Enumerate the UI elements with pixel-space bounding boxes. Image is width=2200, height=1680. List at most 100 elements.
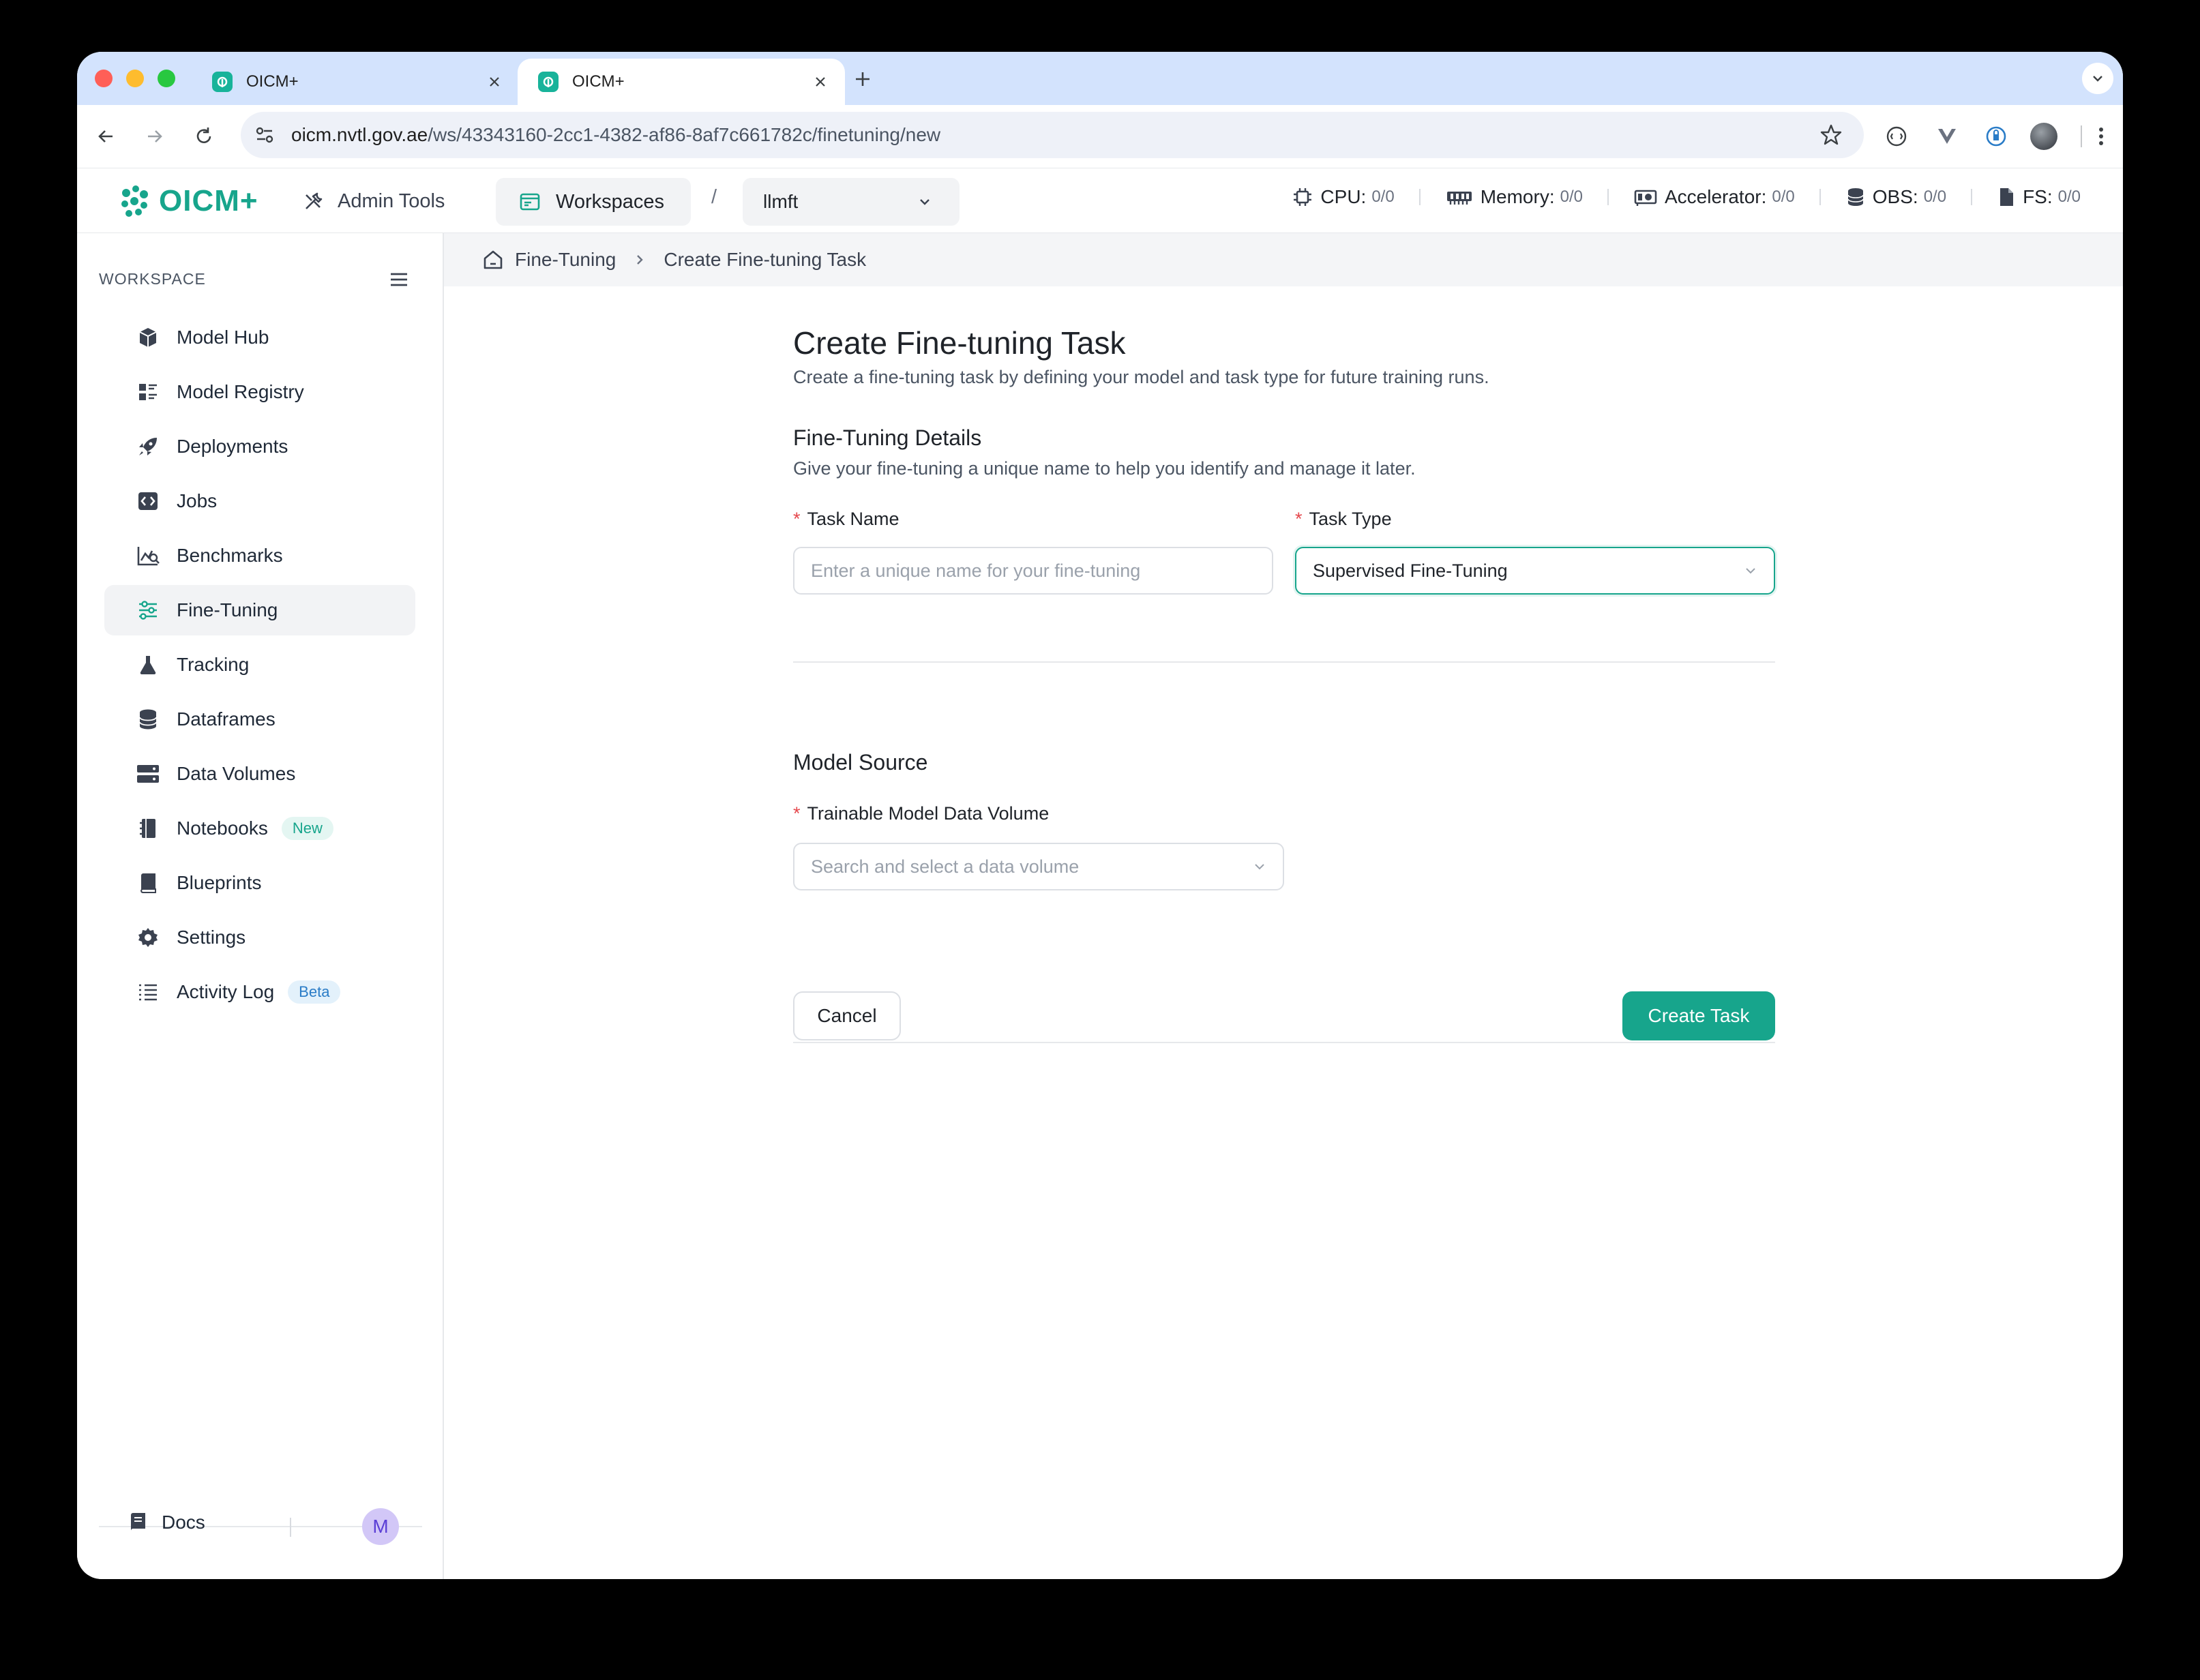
chevron-down-icon [920, 199, 930, 205]
task-name-input[interactable]: Enter a unique name for your fine-tuning [793, 547, 1273, 595]
chevron-right-icon [632, 252, 647, 267]
user-avatar[interactable]: M [362, 1508, 399, 1545]
new-tab-plus-icon[interactable] [852, 68, 874, 90]
cancel-button[interactable]: Cancel [793, 991, 901, 1040]
accelerator-icon [1634, 190, 1657, 206]
bookmark-star-icon[interactable] [1819, 123, 1843, 147]
back-arrow-icon[interactable] [93, 124, 118, 149]
resource-obs: OBS: 0/0 [1845, 186, 1946, 208]
page-title: Create Fine-tuning Task [793, 325, 1126, 361]
home-icon[interactable] [482, 249, 504, 271]
task-type-select[interactable]: Supervised Fine-Tuning [1295, 547, 1775, 595]
sidebar-item-benchmarks[interactable]: Benchmarks [104, 530, 415, 581]
password-manager-icon[interactable] [1984, 124, 2008, 149]
tab-search-button[interactable] [2082, 63, 2113, 94]
sidebar-item-jobs[interactable]: Jobs [104, 476, 415, 526]
tab-title: OICM+ [572, 72, 625, 91]
sidebar-item-dataframes[interactable]: Dataframes [104, 694, 415, 745]
workspaces-label: Workspaces [556, 190, 665, 213]
browser-tab-1[interactable]: OICM+ [192, 59, 519, 105]
workspace-select[interactable]: llmft [743, 178, 960, 226]
header-separator: / [711, 186, 717, 208]
sidebar-item-fine-tuning[interactable]: Fine-Tuning [104, 585, 415, 635]
task-type-label: * Task Type [1295, 509, 1392, 529]
book-icon [131, 1513, 145, 1531]
page-subtitle: Create a fine-tuning task by defining yo… [793, 367, 1489, 387]
vue-devtools-icon[interactable] [1935, 124, 1959, 149]
book-icon [134, 869, 162, 897]
registry-icon [134, 378, 162, 406]
database-icon [134, 706, 162, 733]
gear-icon [134, 924, 162, 951]
tab-title: OICM+ [246, 72, 299, 91]
browser-tab-2[interactable]: OICM+ [518, 59, 845, 105]
database-icon [1847, 188, 1864, 206]
app-header: OICM+ Admin Tools Workspaces / llmft CPU… [77, 168, 2123, 233]
minimize-window-button[interactable] [126, 70, 144, 87]
breadcrumb: Fine-Tuning Create Fine-tuning Task [444, 233, 2123, 286]
sidebar-item-deployments[interactable]: Deployments [104, 421, 415, 472]
sidebar-section-label: WORKSPACE [99, 270, 206, 288]
more-vert-icon[interactable] [2089, 124, 2113, 149]
workspaces-button[interactable]: Workspaces [496, 178, 691, 226]
workspace-icon [520, 193, 540, 211]
forward-arrow-icon[interactable] [143, 124, 167, 149]
oicm-favicon-icon [538, 72, 559, 92]
list-icon [134, 978, 162, 1006]
resource-accelerator: Accelerator: 0/0 [1633, 186, 1795, 208]
close-window-button[interactable] [95, 70, 113, 87]
docs-link[interactable]: Docs [128, 1511, 205, 1534]
hamburger-menu-icon[interactable] [387, 267, 411, 292]
create-task-button[interactable]: Create Task [1622, 991, 1775, 1040]
sidebar-item-model-registry[interactable]: Model Registry [104, 367, 415, 417]
task-name-label: * Task Name [793, 509, 900, 529]
sidebar-item-settings[interactable]: Settings [104, 912, 415, 963]
details-section-subtitle: Give your fine-tuning a unique name to h… [793, 458, 1416, 479]
oicm-logo-icon [121, 185, 148, 217]
footer-separator [290, 1518, 291, 1537]
logo-text: OICM+ [159, 184, 258, 217]
sidebar-item-blueprints[interactable]: Blueprints [104, 858, 415, 908]
admin-tools-link[interactable]: Admin Tools [302, 186, 445, 216]
maximize-window-button[interactable] [158, 70, 175, 87]
oicm-logo[interactable]: OICM+ [118, 183, 258, 219]
chevron-down-icon [1255, 864, 1264, 870]
section-divider [793, 661, 1775, 663]
form-footer-divider [793, 1042, 1775, 1043]
memory-icon [1446, 192, 1472, 205]
oicm-favicon-icon [212, 72, 233, 92]
chevron-down-icon [2093, 76, 2102, 82]
sidebar-item-tracking[interactable]: Tracking [104, 640, 415, 690]
cpu-icon [1294, 188, 1312, 206]
data-volume-select[interactable]: Search and select a data volume [793, 843, 1284, 890]
sidebar-item-activity-log[interactable]: Activity Log Beta [104, 967, 415, 1017]
workspace-selected-value: llmft [763, 191, 799, 212]
admin-tools-label: Admin Tools [338, 190, 445, 212]
tab-strip: OICM+ OICM+ [77, 52, 2123, 105]
sidebar-item-data-volumes[interactable]: Data Volumes [104, 749, 415, 799]
reload-icon[interactable] [192, 124, 216, 149]
site-settings-icon[interactable] [253, 123, 276, 147]
tools-icon [306, 192, 323, 209]
file-icon [2000, 188, 2014, 206]
resource-usage: CPU: 0/0 Memory: 0/0 Accelerator: 0/0 OBS: 0… [1292, 186, 2081, 208]
data-volume-label: * Trainable Model Data Volume [793, 803, 1050, 824]
details-section-title: Fine-Tuning Details [793, 425, 982, 450]
close-icon[interactable] [812, 74, 829, 90]
extension-icon[interactable] [1884, 124, 1909, 149]
browser-window: OICM+ OICM+ oicm.nvtl.gov.ae/ws/43343160… [77, 52, 2123, 1579]
breadcrumb-fine-tuning[interactable]: Fine-Tuning [515, 249, 616, 271]
sidebar-item-model-hub[interactable]: Model Hub [104, 312, 415, 363]
code-icon [134, 487, 162, 515]
address-bar[interactable]: oicm.nvtl.gov.ae/ws/43343160-2cc1-4382-a… [241, 112, 1864, 158]
sidebar-item-notebooks[interactable]: Notebooks New [104, 803, 415, 854]
url-text: oicm.nvtl.gov.ae/ws/43343160-2cc1-4382-a… [291, 124, 941, 145]
toolbar-divider [2081, 125, 2082, 147]
resource-fs: FS: 0/0 [1997, 186, 2081, 208]
close-icon[interactable] [486, 74, 503, 90]
breadcrumb-current: Create Fine-tuning Task [664, 249, 867, 270]
beta-badge: Beta [288, 980, 341, 1004]
chart-search-icon [134, 542, 162, 569]
volumes-icon [134, 760, 162, 787]
profile-avatar[interactable] [2030, 123, 2057, 150]
